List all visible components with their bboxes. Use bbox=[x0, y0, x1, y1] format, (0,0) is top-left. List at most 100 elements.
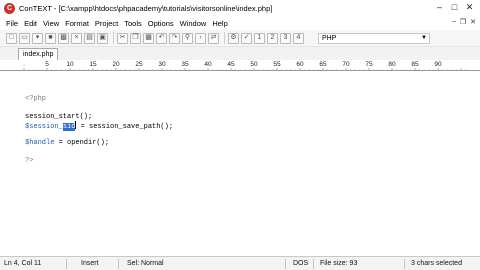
reopen-icon[interactable]: ▾ bbox=[32, 32, 43, 44]
ruler-label: 25 bbox=[135, 61, 143, 68]
code-token: session_start(); bbox=[25, 112, 93, 121]
window-title: ConTEXT - [C:\xampp\htdocs\phpacademy\tu… bbox=[19, 4, 273, 13]
ruler-label: 10 bbox=[66, 61, 74, 68]
ruler-label: 70 bbox=[342, 61, 350, 68]
ruler: . 5 10 15 20 25 30 35 40 45 50 55 60 65 70 75 80 85 90 bbox=[0, 60, 480, 71]
user-command-3-icon[interactable]: 3 bbox=[280, 32, 291, 44]
code-line[interactable]: $handle = opendir(); bbox=[25, 139, 173, 148]
spell-icon[interactable]: ✓ bbox=[241, 32, 252, 44]
doc-minimize-icon[interactable]: – bbox=[452, 18, 456, 26]
cut-icon[interactable]: ✂ bbox=[117, 32, 128, 44]
find-next-icon[interactable]: › bbox=[195, 32, 206, 44]
document-window-controls: – ❐ ✕ bbox=[452, 18, 476, 26]
toolbar: □ ▭ ▾ ■ ▩ × ▤ ▣ ✂ ❐ ▦ ↶ ↷ ⚲ › ⇄ ⚙ ✓ 1 2 … bbox=[0, 30, 480, 47]
menu-window[interactable]: Window bbox=[177, 19, 210, 28]
status-divider bbox=[313, 259, 314, 269]
ruler-label: 15 bbox=[89, 61, 97, 68]
code-line[interactable] bbox=[25, 130, 173, 139]
code-line[interactable]: <?php bbox=[25, 95, 173, 104]
code-line[interactable] bbox=[25, 148, 173, 157]
user-command-2-icon[interactable]: 2 bbox=[267, 32, 278, 44]
editor-area[interactable]: <?php session_start(); $session_sid = ses… bbox=[0, 71, 480, 256]
new-file-icon[interactable]: □ bbox=[6, 32, 17, 44]
ruler-label: 30 bbox=[158, 61, 166, 68]
menu-bar: File Edit View Format Project Tools Opti… bbox=[0, 17, 480, 30]
cursor-position: Ln 4, Col 11 bbox=[4, 260, 42, 267]
code-line[interactable]: $session_sid = session_save_path(); bbox=[25, 121, 174, 132]
menu-options[interactable]: Options bbox=[145, 19, 177, 28]
close-icon[interactable]: ✕ bbox=[463, 2, 476, 13]
code-token: = session_save_path(); bbox=[76, 123, 174, 132]
open-file-icon[interactable]: ▭ bbox=[19, 32, 30, 44]
file-format: DOS bbox=[293, 260, 309, 267]
menu-file[interactable]: File bbox=[3, 19, 21, 28]
print-icon[interactable]: ▤ bbox=[84, 32, 95, 44]
language-value: PHP bbox=[322, 35, 337, 42]
ruler-label: 35 bbox=[181, 61, 189, 68]
editor-gutter bbox=[0, 71, 22, 256]
menu-help[interactable]: Help bbox=[209, 19, 230, 28]
selection-mode: Sel: Normal bbox=[127, 260, 164, 267]
redo-icon[interactable]: ↷ bbox=[169, 32, 180, 44]
status-divider bbox=[66, 259, 67, 269]
toolbar-separator bbox=[113, 32, 114, 44]
code-token: <?php bbox=[25, 95, 47, 103]
menu-edit[interactable]: Edit bbox=[21, 19, 40, 28]
maximize-icon[interactable]: □ bbox=[448, 2, 461, 13]
doc-restore-icon[interactable]: ❐ bbox=[460, 18, 466, 26]
status-divider bbox=[404, 259, 405, 269]
ruler-label: 90 bbox=[434, 61, 442, 68]
context-app-icon[interactable]: C bbox=[4, 3, 15, 14]
ruler-label: 65 bbox=[319, 61, 327, 68]
replace-icon[interactable]: ⇄ bbox=[208, 32, 219, 44]
ruler-label: 45 bbox=[227, 61, 235, 68]
code-line[interactable]: ?> bbox=[25, 157, 173, 166]
selected-text: sid bbox=[62, 123, 76, 132]
ruler-label: 40 bbox=[204, 61, 212, 68]
minimize-icon[interactable]: – bbox=[433, 2, 446, 13]
close-file-icon[interactable]: × bbox=[71, 32, 82, 44]
ruler-label: 55 bbox=[273, 61, 281, 68]
ruler-label: . bbox=[23, 61, 25, 68]
selection-count: 3 chars selected bbox=[411, 260, 462, 267]
title-bar: C ConTEXT - [C:\xampp\htdocs\phpacademy\… bbox=[0, 0, 480, 17]
undo-icon[interactable]: ↶ bbox=[156, 32, 167, 44]
save-all-icon[interactable]: ▩ bbox=[58, 32, 69, 44]
menu-format[interactable]: Format bbox=[62, 19, 92, 28]
code-text[interactable]: <?php session_start(); $session_sid = ses… bbox=[25, 95, 173, 165]
window-controls: – □ ✕ bbox=[433, 2, 476, 13]
copy-icon[interactable]: ❐ bbox=[130, 32, 141, 44]
file-size: File size: 93 bbox=[320, 260, 358, 267]
print-preview-icon[interactable]: ▣ bbox=[97, 32, 108, 44]
code-variable: $handle bbox=[25, 138, 55, 147]
user-command-1-icon[interactable]: 1 bbox=[254, 32, 265, 44]
toolbar-separator bbox=[224, 32, 225, 44]
edit-mode: Insert bbox=[81, 260, 99, 267]
find-icon[interactable]: ⚲ bbox=[182, 32, 193, 44]
code-variable: $session_ bbox=[25, 123, 63, 132]
status-divider bbox=[118, 259, 119, 269]
doc-close-icon[interactable]: ✕ bbox=[470, 18, 476, 26]
chevron-down-icon: ▼ bbox=[421, 35, 427, 41]
tab-bar: index.php bbox=[0, 47, 480, 60]
code-line[interactable]: session_start(); bbox=[25, 113, 173, 122]
user-command-4-icon[interactable]: 4 bbox=[293, 32, 304, 44]
ruler-label: 20 bbox=[112, 61, 120, 68]
ruler-label: 85 bbox=[411, 61, 419, 68]
menu-project[interactable]: Project bbox=[92, 19, 121, 28]
code-token: ?> bbox=[25, 156, 34, 165]
code-token: = opendir(); bbox=[54, 138, 110, 147]
settings-icon[interactable]: ⚙ bbox=[228, 32, 239, 44]
save-icon[interactable]: ■ bbox=[45, 32, 56, 44]
ruler-label: 80 bbox=[388, 61, 396, 68]
status-divider bbox=[285, 259, 286, 269]
paste-icon[interactable]: ▦ bbox=[143, 32, 154, 44]
ruler-label: 75 bbox=[365, 61, 373, 68]
menu-view[interactable]: View bbox=[40, 19, 62, 28]
code-line[interactable] bbox=[25, 104, 173, 113]
language-select[interactable]: PHP ▼ bbox=[318, 33, 430, 44]
tab-index-php[interactable]: index.php bbox=[18, 48, 59, 60]
ruler-label: 5 bbox=[45, 61, 49, 68]
ruler-label: 50 bbox=[250, 61, 258, 68]
menu-tools[interactable]: Tools bbox=[121, 19, 145, 28]
